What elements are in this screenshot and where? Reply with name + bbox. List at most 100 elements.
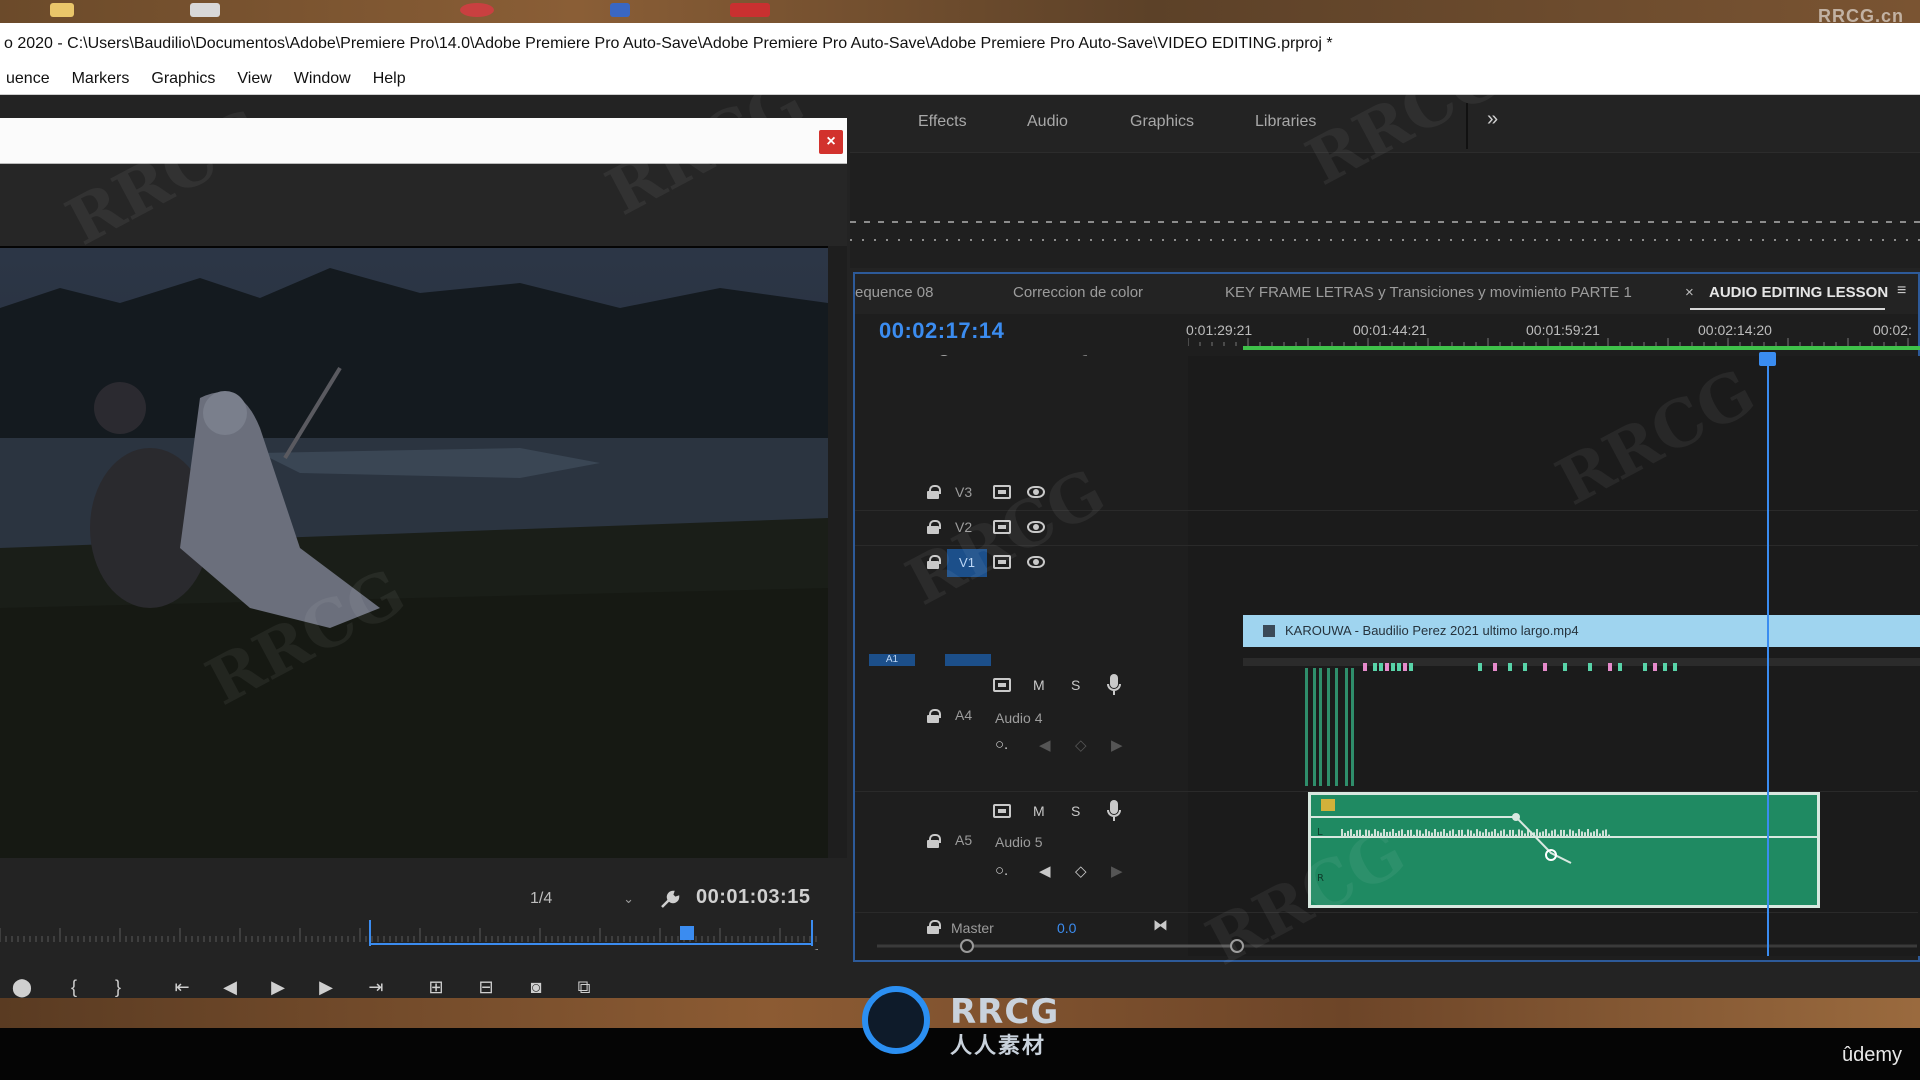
target-patch[interactable] [945,654,991,666]
go-to-end-icon[interactable]: ⧓ [1153,916,1168,934]
waveform-bar [1506,834,1508,837]
microphone-icon[interactable] [1107,674,1121,696]
mute-button[interactable]: M [1033,677,1045,693]
menu-sequence[interactable]: uence [0,70,60,88]
lock-icon[interactable] [927,485,941,499]
waveform-bar [1407,830,1409,837]
track-name-a5[interactable]: Audio 5 [995,834,1042,850]
track-label-a5[interactable]: A5 [955,832,972,848]
next-keyframe-icon[interactable]: ▶ [1111,736,1123,754]
settings-wrench-icon[interactable] [658,888,682,910]
mark-in-icon[interactable]: { [60,973,88,1001]
playhead-handle[interactable] [1759,352,1776,366]
tab-sequence-08[interactable]: equence 08 [855,284,933,301]
eye-icon[interactable] [1027,486,1045,498]
volume-keyframe-icon[interactable]: ○. [995,736,1008,753]
playback-resolution-select[interactable]: 1/4 ⌄ [522,886,640,912]
tab-effects[interactable]: Effects [918,103,967,153]
lock-icon[interactable] [927,834,941,848]
waveform-bar [1395,833,1397,837]
waveform-bar [1446,833,1448,837]
panel-content [850,153,1920,268]
waveform-bar [1341,829,1343,837]
waveform-bar [1584,832,1586,837]
monitor-time-ruler[interactable] [0,920,818,950]
menu-help[interactable]: Help [367,70,416,88]
step-back-icon[interactable]: ◀ [216,973,244,1001]
prev-keyframe-icon[interactable]: ◀ [1039,862,1051,880]
next-keyframe-icon[interactable]: ▶ [1111,862,1123,880]
menu-markers[interactable]: Markers [66,70,140,88]
waveform-bar [1491,831,1493,837]
tab-libraries[interactable]: Libraries [1255,103,1316,153]
timeline-tabs: equence 08 Correccion de color KEY FRAME… [855,274,1918,314]
microphone-icon[interactable] [1107,800,1121,822]
lock-icon[interactable] [927,520,941,534]
video-frame-image [0,248,828,858]
logo-text: RRCG [950,992,1060,1032]
video-clip[interactable]: KAROUWA - Baudilio Perez 2021 ultimo lar… [1243,615,1920,647]
track-label-master[interactable]: Master [951,920,994,936]
sync-lock-icon[interactable] [993,804,1011,818]
tab-audio[interactable]: Audio [1027,103,1068,153]
volume-keyframe-icon[interactable]: ○. [995,862,1008,879]
timeline-ruler[interactable]: 0:01:29:21 00:01:44:21 00:01:59:21 00:02… [1186,314,1920,356]
menu-graphics[interactable]: Graphics [145,70,225,88]
track-label-v1[interactable]: V1 [947,549,987,577]
sync-lock-icon[interactable] [993,485,1011,499]
timeline-horizontal-scrollbar[interactable] [877,938,1917,954]
sync-lock-icon[interactable] [993,520,1011,534]
video-preview [0,246,828,858]
add-keyframe-icon[interactable]: ◇ [1075,862,1087,880]
waveform-bar [1464,834,1466,837]
playhead-timecode[interactable]: 00:02:17:14 [879,318,1004,344]
eye-icon[interactable] [1027,556,1045,568]
go-to-in-icon[interactable]: ⇤ [168,973,196,1001]
lock-icon[interactable] [927,709,941,723]
lock-icon[interactable] [927,920,941,934]
dialog-close-button[interactable]: × [819,130,843,154]
work-area-bar[interactable] [1243,346,1920,350]
menu-window[interactable]: Window [288,70,361,88]
lock-icon[interactable] [927,555,941,569]
track-label-a4[interactable]: A4 [955,707,972,723]
add-marker-icon[interactable]: ⬤ [8,973,36,1001]
tab-correccion-color[interactable]: Correccion de color [1013,284,1143,301]
dialog-input-field[interactable] [0,118,847,164]
lift-icon[interactable]: ⊞ [422,973,450,1001]
playhead-line[interactable] [1767,354,1769,956]
prev-keyframe-icon[interactable]: ◀ [1039,736,1051,754]
step-forward-icon[interactable]: ▶ [312,973,340,1001]
track-name-a4[interactable]: Audio 4 [995,710,1042,726]
tab-keyframe-letras[interactable]: KEY FRAME LETRAS y Transiciones y movimi… [1225,284,1632,301]
solo-button[interactable]: S [1071,803,1080,819]
menu-view[interactable]: View [231,70,281,88]
close-tab-icon[interactable]: × [1685,284,1694,301]
go-to-out-icon[interactable]: ⇥ [362,973,390,1001]
tab-audio-editing-lesson[interactable]: AUDIO EDITING LESSON [1709,284,1888,301]
audio-clip-a5[interactable]: L R [1308,792,1820,908]
compare-view-icon[interactable]: ⧉ [570,973,598,1001]
export-frame-camera-icon[interactable]: ◙ [522,973,550,1001]
extract-icon[interactable]: ⊟ [472,973,500,1001]
tab-graphics[interactable]: Graphics [1130,103,1194,153]
mark-out-icon[interactable]: } [104,973,132,1001]
eye-icon[interactable] [1027,521,1045,533]
panel-overflow-button[interactable]: » [1487,108,1498,131]
add-keyframe-icon[interactable]: ◇ [1075,736,1087,754]
play-icon[interactable]: ▶ [264,973,292,1001]
panel-tabs: Effects Audio Graphics Libraries [850,103,1920,153]
sync-lock-icon[interactable] [993,678,1011,692]
waveform-bar [1425,829,1427,837]
audio-clip-sliver [1313,668,1316,786]
source-patch-a1[interactable]: A1 [869,654,915,666]
mute-button[interactable]: M [1033,803,1045,819]
solo-button[interactable]: S [1071,677,1080,693]
sync-lock-icon[interactable] [993,555,1011,569]
master-volume-value[interactable]: 0.0 [1057,920,1076,936]
waveform-bar [1542,831,1544,837]
waveform-bar [1518,829,1520,837]
track-label-v3[interactable]: V3 [955,484,972,500]
track-label-v2[interactable]: V2 [955,519,972,535]
panel-menu-icon[interactable]: ≡ [1897,282,1906,300]
